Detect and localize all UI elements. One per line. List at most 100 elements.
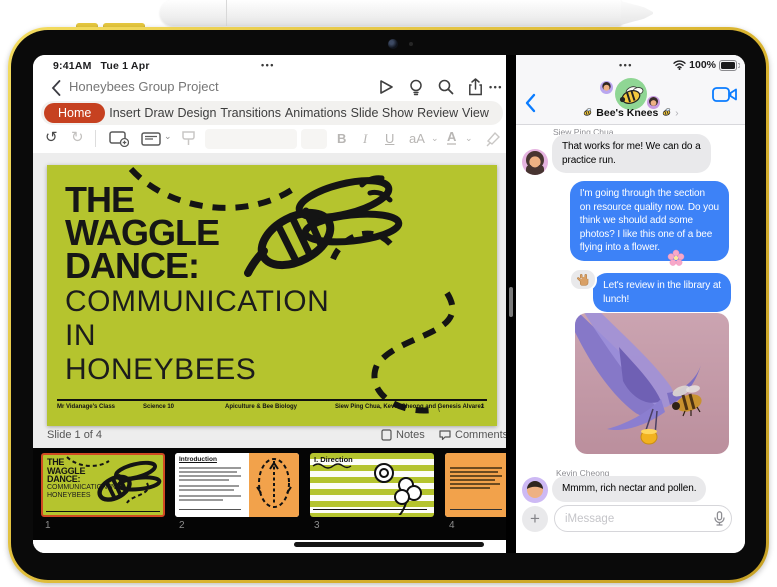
share-icon[interactable] xyxy=(464,77,486,97)
slide-counter: Slide 1 of 4 xyxy=(47,429,103,441)
tapback-reaction-bubble[interactable] xyxy=(569,268,597,291)
imessage-input[interactable] xyxy=(554,505,732,532)
cherry-blossom-emoji-icon xyxy=(667,249,685,266)
undo-icon[interactable]: ↺ xyxy=(45,128,58,146)
slide-status-bar: Slide 1 of 4 Notes Comments xyxy=(33,426,508,448)
tab-design[interactable]: Design xyxy=(178,106,217,120)
dictation-mic-icon[interactable] xyxy=(714,511,725,531)
messages-app: 100% ••• Bee's Knees › Siew Ping Chua Th… xyxy=(516,55,745,553)
slide-footer-page-number: 1 xyxy=(481,404,485,410)
group-avatar-bee[interactable] xyxy=(615,78,647,110)
status-time-date: 9:41AM Tue 1 Apr xyxy=(53,60,159,72)
bee-flower-photo-message[interactable] xyxy=(575,313,729,454)
tab-home[interactable]: Home xyxy=(44,103,106,123)
thumb3-underline-scribble xyxy=(312,463,352,469)
avatar-siew-ping-chua[interactable] xyxy=(522,149,548,175)
sent-message[interactable]: Let's review in the library at lunch! xyxy=(593,273,731,312)
bee-avatar-drawing xyxy=(619,86,644,104)
group-details-chevron-icon: › xyxy=(675,107,679,119)
wifi-icon xyxy=(673,60,686,70)
tab-draw[interactable]: Draw xyxy=(144,106,173,120)
clock: 9:41AM xyxy=(53,60,92,72)
case-chevron-icon[interactable]: ⌄ xyxy=(431,133,439,144)
split-view-drag-handle[interactable] xyxy=(509,287,513,317)
comments-icon xyxy=(439,430,451,441)
search-icon[interactable] xyxy=(435,77,457,97)
thumb3-flower-doodles xyxy=(374,463,422,515)
tab-view[interactable]: View xyxy=(462,106,489,120)
slide-footer-subject: Science 10 xyxy=(143,404,175,410)
notes-icon xyxy=(381,429,392,441)
toolbar-divider xyxy=(95,130,96,147)
thumbnail-1-number: 1 xyxy=(45,520,51,531)
member-avatar-small-1[interactable] xyxy=(600,81,613,94)
message-compose-bar: + xyxy=(516,503,745,539)
highlighter-icon[interactable] xyxy=(485,131,501,151)
tab-insert[interactable]: Insert xyxy=(109,106,140,120)
date: Tue 1 Apr xyxy=(100,60,150,72)
thumb3-footer-rule xyxy=(313,509,427,510)
tab-slideshow[interactable]: Slide Show xyxy=(351,106,414,120)
slide-1-main[interactable]: THE WAGGLE DANCE: COMMUNICATION IN HONEY… xyxy=(47,165,497,426)
more-options-icon[interactable]: ••• xyxy=(489,82,503,92)
underline-button[interactable]: U xyxy=(385,131,394,146)
thumbnail-2-number: 2 xyxy=(179,520,185,531)
font-name-field[interactable] xyxy=(205,129,297,149)
avatar-kevin-cheong[interactable] xyxy=(522,477,548,503)
tab-review[interactable]: Review xyxy=(417,106,458,120)
group-name-row[interactable]: Bee's Knees › xyxy=(516,107,745,119)
love-you-gesture-emoji-icon xyxy=(576,274,588,286)
front-camera xyxy=(388,39,398,49)
tab-animations[interactable]: Animations xyxy=(285,106,347,120)
back-chevron-icon[interactable] xyxy=(45,78,67,98)
slide-footer-authors: Siew Ping Chua, Kevin Cheong and Genesis… xyxy=(335,404,484,410)
ideas-lightbulb-icon[interactable] xyxy=(405,77,427,97)
bold-button[interactable]: B xyxy=(337,131,346,146)
plus-icon: + xyxy=(530,509,540,528)
redo-icon[interactable]: ↻ xyxy=(71,128,84,146)
apple-pencil-tip xyxy=(621,1,653,25)
received-message[interactable]: That works for me! We can do a practice … xyxy=(552,134,711,173)
thumbnail-slide-2[interactable]: Introduction xyxy=(175,453,299,517)
comments-button[interactable]: Comments xyxy=(439,429,508,441)
facetime-video-button[interactable] xyxy=(712,86,738,108)
multitasking-menu-dots[interactable]: ••• xyxy=(261,60,275,70)
battery-percent: 100% xyxy=(689,59,716,71)
bee-drawing xyxy=(244,175,403,277)
thumbnail-4-number: 4 xyxy=(449,520,455,531)
color-chevron-icon[interactable]: ⌄ xyxy=(465,133,473,144)
apple-pencil xyxy=(160,0,622,26)
text-case-button[interactable]: aA xyxy=(409,131,425,146)
slide-title: THE WAGGLE DANCE: xyxy=(65,179,220,286)
font-size-field[interactable] xyxy=(301,129,327,149)
ipad-screen: 9:41AM Tue 1 Apr ••• Honeybees Group Proj… xyxy=(33,55,745,553)
thumb2-title: Introduction xyxy=(179,456,217,463)
italic-button[interactable]: I xyxy=(363,131,367,147)
received-message[interactable]: Mmmm, rich nectar and pollen. xyxy=(552,476,707,502)
slide-footer-rule xyxy=(57,399,487,401)
thumbnail-3-number: 3 xyxy=(314,520,320,531)
layout-chevron-icon[interactable]: ⌄ xyxy=(164,131,172,142)
bee-emoji-icon xyxy=(584,108,592,116)
new-slide-icon[interactable] xyxy=(109,131,130,151)
add-attachment-button[interactable]: + xyxy=(522,506,548,532)
font-color-button[interactable]: A xyxy=(447,130,457,145)
battery-icon xyxy=(719,59,740,71)
thumbnail-slide-1[interactable]: THE WAGGLE DANCE: COMMUNICATION IN HONEYBE… xyxy=(41,453,165,517)
formatting-toolbar: ↺ ↻ ⌄ B I U aA ⌄ A ⌄ xyxy=(33,125,506,153)
notes-button[interactable]: Notes xyxy=(381,429,425,441)
format-painter-icon[interactable] xyxy=(181,131,196,151)
bee-emoji-icon xyxy=(662,108,671,116)
thumbnail-slide-3[interactable]: I. Direction xyxy=(310,453,434,517)
play-slideshow-icon[interactable] xyxy=(375,77,397,97)
thumb1-trails xyxy=(66,456,149,504)
camera-sensor-dot xyxy=(409,42,413,46)
screenshot-stage: 9:41AM Tue 1 Apr ••• Honeybees Group Proj… xyxy=(0,0,777,587)
tab-transitions[interactable]: Transitions xyxy=(220,106,281,120)
sent-message[interactable]: I'm going through the section on resourc… xyxy=(569,181,729,266)
document-title: Honeybees Group Project xyxy=(69,79,219,94)
layout-icon[interactable] xyxy=(141,132,161,150)
home-indicator[interactable] xyxy=(294,542,484,547)
pencil-seam xyxy=(226,0,227,26)
multitasking-menu-dots[interactable]: ••• xyxy=(619,60,633,70)
